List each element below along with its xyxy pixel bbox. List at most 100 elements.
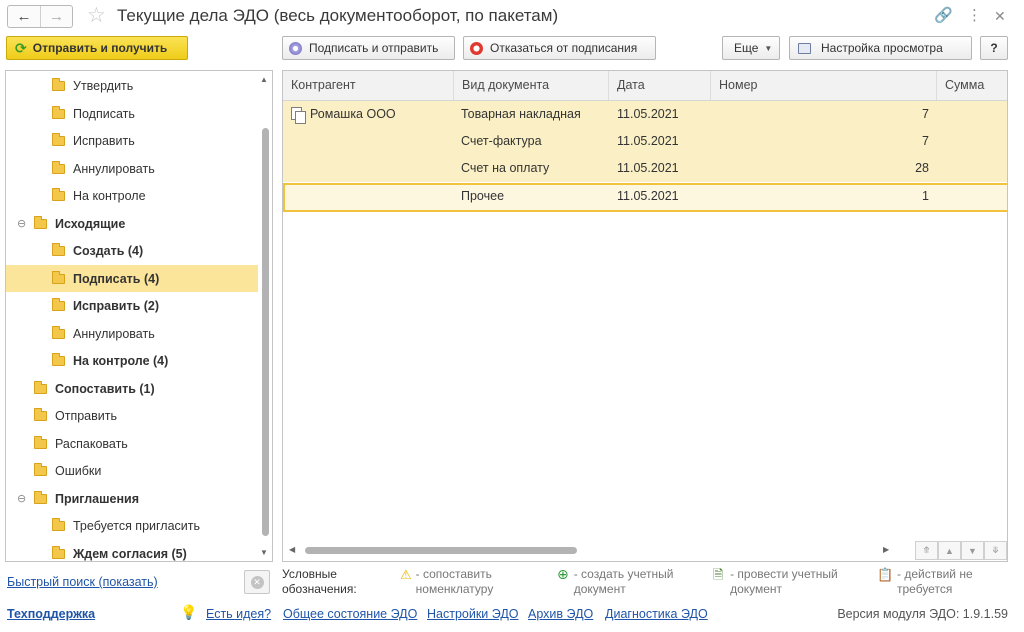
forward-button[interactable]: →: [40, 6, 72, 27]
scrollbar-thumb[interactable]: [305, 547, 577, 554]
tree-item-label: Отправить: [55, 408, 117, 423]
tree-item-label: Сопоставить (1): [55, 381, 155, 396]
cell-sum: [937, 155, 1003, 182]
quick-search-link[interactable]: Быстрый поиск (показать): [7, 575, 158, 589]
tree-item-trebuetsya-priglasit[interactable]: Требуется пригласить: [6, 512, 258, 539]
folder-icon: [34, 380, 47, 394]
support-link[interactable]: Техподдержка: [7, 607, 95, 621]
go-first-button[interactable]: ⤊: [915, 541, 938, 560]
tree-item-label: Подписать: [73, 106, 135, 121]
back-button[interactable]: ←: [8, 6, 40, 27]
cell-doc-type: Товарная накладная: [461, 107, 581, 121]
more-vertical-icon[interactable]: ⋮: [967, 6, 982, 26]
scroll-right-icon[interactable]: ▶: [883, 545, 889, 554]
clipboard-check-icon: 📋: [877, 567, 894, 582]
cell-number: 7: [922, 134, 929, 148]
cell-doc-type: Счет на оплату: [461, 161, 550, 175]
collapse-icon[interactable]: ⊖: [17, 492, 26, 505]
counterparty-text: Ромашка ООО: [310, 107, 396, 121]
column-header-sum[interactable]: Сумма: [937, 71, 1007, 100]
tree-item-na-kontrole-2[interactable]: На контроле (4): [6, 347, 258, 374]
link-icon[interactable]: 🔗: [934, 6, 953, 26]
sign-and-send-button[interactable]: Подписать и отправить: [282, 36, 455, 60]
send-receive-button[interactable]: ⟳ Отправить и получить: [6, 36, 188, 60]
idea-link[interactable]: Есть идея?: [206, 607, 271, 621]
edo-status-link[interactable]: Общее состояние ЭДО: [283, 607, 417, 621]
folder-icon: [52, 325, 65, 339]
tree-scrollbar[interactable]: ▲ ▼: [259, 72, 271, 560]
scroll-left-icon[interactable]: ◀: [289, 545, 295, 554]
help-button[interactable]: ?: [980, 36, 1008, 60]
folder-icon: [52, 352, 65, 366]
scroll-up-icon[interactable]: ▲: [260, 75, 268, 84]
edo-archive-link[interactable]: Архив ЭДО: [528, 607, 593, 621]
cell-date: 11.05.2021: [617, 161, 679, 175]
collapse-icon[interactable]: ⊖: [17, 217, 26, 230]
tree-item-oshibki[interactable]: Ошибки: [6, 457, 258, 484]
column-header-doc-type[interactable]: Вид документа: [454, 71, 609, 100]
folder-tree[interactable]: Утвердить Подписать Исправить Аннулирова…: [5, 70, 273, 562]
table-row[interactable]: Счет на оплату 11.05.2021 28: [283, 155, 1007, 182]
star-icon[interactable]: ☆: [87, 4, 106, 28]
tree-item-annulirovat[interactable]: Аннулировать: [6, 155, 258, 182]
go-last-button[interactable]: ⤋: [984, 541, 1007, 560]
tree-item-na-kontrole[interactable]: На контроле: [6, 182, 258, 209]
refuse-sign-button[interactable]: Отказаться от подписания: [463, 36, 656, 60]
tree-item-podpisat-selected[interactable]: Подписать (4): [6, 265, 258, 292]
table-row-current[interactable]: Прочее 11.05.2021 1: [283, 183, 1007, 212]
folder-icon: [52, 132, 65, 146]
legend-text: - создать учетный документ: [573, 567, 674, 596]
edo-settings-link[interactable]: Настройки ЭДО: [427, 607, 519, 621]
go-first-icon: ⤊: [922, 545, 931, 555]
tree-item-podpisat[interactable]: Подписать: [6, 100, 258, 127]
tree-item-raspakovat[interactable]: Распаковать: [6, 430, 258, 457]
tree-item-otpravit[interactable]: Отправить: [6, 402, 258, 429]
view-settings-button[interactable]: Настройка просмотра: [789, 36, 972, 60]
go-up-icon: ▲: [945, 545, 954, 556]
cell-sum: [937, 101, 1003, 128]
cell-sum: [937, 128, 1003, 155]
scroll-down-icon[interactable]: ▼: [260, 548, 268, 557]
tree-item-label: Исходящие: [55, 216, 126, 231]
tree-item-label: Подписать (4): [73, 271, 160, 286]
tree-item-ispravit-2[interactable]: Исправить (2): [6, 292, 258, 319]
edo-diagnostics-link[interactable]: Диагностика ЭДО: [605, 607, 708, 621]
clear-search-button[interactable]: ✕: [244, 570, 270, 594]
cell-doc-type: Счет-фактура: [461, 134, 542, 148]
cell-date: 11.05.2021: [617, 134, 679, 148]
go-down-button[interactable]: ▼: [961, 541, 984, 560]
legend-title: Условные обозначения:: [282, 567, 357, 596]
go-up-button[interactable]: ▲: [938, 541, 961, 560]
legend-text: - действий не требуется: [897, 567, 973, 596]
folder-icon: [34, 435, 47, 449]
tree-item-label: На контроле (4): [73, 353, 169, 368]
more-button[interactable]: Еще ▼: [722, 36, 780, 60]
documents-table[interactable]: Контрагент Вид документа Дата Номер Сумм…: [282, 70, 1008, 562]
tree-item-label: На контроле: [73, 188, 146, 203]
tree-item-sopostavit[interactable]: Сопоставить (1): [6, 375, 258, 402]
view-settings-label: Настройка просмотра: [821, 41, 943, 55]
column-header-number[interactable]: Номер: [711, 71, 937, 100]
tree-item-label: Ждем согласия (5): [73, 546, 187, 561]
close-icon[interactable]: ✕: [994, 6, 1006, 26]
column-header-counterparty[interactable]: Контрагент: [283, 71, 454, 100]
warning-icon: ⚠: [400, 567, 412, 582]
arrow-left-icon: ←: [16, 8, 32, 25]
table-row[interactable]: Ромашка ООО Товарная накладная 11.05.202…: [283, 101, 1007, 128]
table-horizontal-scrollbar[interactable]: ◀ ▶: [283, 541, 1007, 561]
tree-item-annulirovat-2[interactable]: Аннулировать: [6, 320, 258, 347]
cell-doc-type: Прочее: [461, 189, 505, 203]
refresh-icon: ⟳: [15, 39, 27, 56]
tree-item-utverdit[interactable]: Утвердить: [6, 72, 258, 99]
tree-item-ispravit[interactable]: Исправить: [6, 127, 258, 154]
scrollbar-thumb[interactable]: [262, 128, 269, 536]
tree-item-sozdat[interactable]: Создать (4): [6, 237, 258, 264]
tree-item-iskhodyashchie[interactable]: ⊖ Исходящие: [6, 210, 258, 237]
clear-icon: ✕: [250, 575, 264, 589]
tree-item-priglasheniya[interactable]: ⊖ Приглашения: [6, 485, 258, 512]
legend-item-create: ⊕ - создать учетный документ: [557, 567, 697, 597]
table-row[interactable]: Счет-фактура 11.05.2021 7: [283, 128, 1007, 155]
folder-icon: [52, 517, 65, 531]
tree-item-zhdem-soglasiya[interactable]: Ждем согласия (5): [6, 540, 258, 561]
column-header-date[interactable]: Дата: [609, 71, 711, 100]
